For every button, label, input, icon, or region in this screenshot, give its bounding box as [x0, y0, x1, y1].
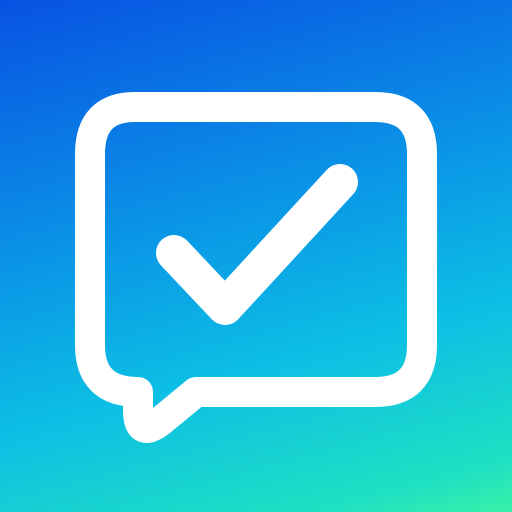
checkmark-icon	[156, 164, 358, 325]
app-icon	[0, 0, 512, 512]
chat-bubble-icon	[75, 92, 437, 443]
